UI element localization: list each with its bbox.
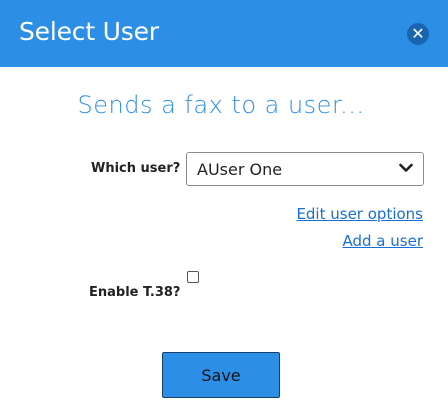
which-user-label: Which user?: [91, 161, 181, 176]
enable-t38-label: Enable T.38?: [89, 285, 181, 300]
close-button[interactable]: ✕: [407, 23, 429, 45]
save-button[interactable]: Save: [162, 352, 280, 398]
dialog-subtitle: Sends a fax to a user...: [77, 91, 365, 119]
enable-t38-checkbox[interactable]: [187, 271, 199, 283]
user-select-value: AUser One: [197, 159, 283, 179]
add-user-link[interactable]: Add a user: [343, 232, 424, 250]
close-icon: ✕: [411, 24, 425, 43]
user-select[interactable]: AUser One: [186, 152, 424, 186]
dialog-title: Select User: [19, 17, 159, 46]
dialog-header: Select User ✕: [0, 0, 448, 67]
edit-user-options-link[interactable]: Edit user options: [296, 205, 423, 223]
chevron-down-icon: [399, 162, 413, 177]
